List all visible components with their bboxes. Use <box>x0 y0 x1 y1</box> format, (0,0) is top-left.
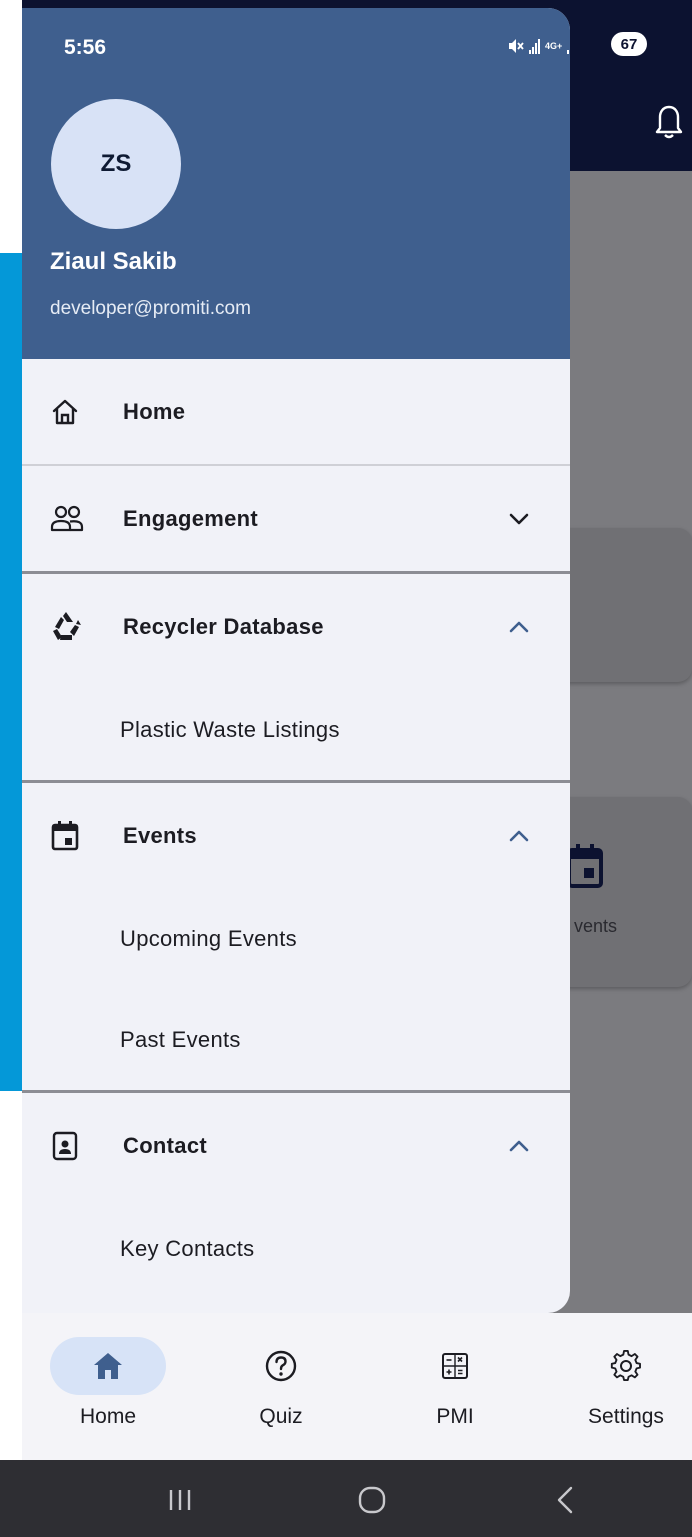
status-icons: 4G+ <box>508 34 570 58</box>
nav-pmi[interactable]: PMI <box>397 1313 513 1460</box>
battery-badge: 67 <box>611 32 647 56</box>
nav-icon-container <box>397 1337 513 1395</box>
contact-card-icon <box>52 1131 78 1160</box>
home-filled-icon <box>94 1353 122 1379</box>
chevron-up-icon[interactable] <box>508 1139 530 1153</box>
drawer-header: 5:56 4G+ ZS Ziaul Sakib developer@promit… <box>22 8 570 359</box>
people-icon <box>50 505 84 531</box>
menu-item-events[interactable]: Events <box>22 783 570 888</box>
left-edge-accent <box>0 253 22 1091</box>
calendar-icon <box>51 820 79 850</box>
chevron-up-icon[interactable] <box>508 620 530 634</box>
menu-item-home[interactable]: Home <box>22 359 570 464</box>
signal-icon <box>529 38 540 54</box>
recycle-icon <box>53 611 81 640</box>
menu-item-label: Engagement <box>123 505 259 531</box>
recent-apps-icon[interactable] <box>160 1480 200 1520</box>
home-button-icon[interactable] <box>352 1480 392 1520</box>
bell-icon <box>655 105 683 139</box>
submenu-item-label: Key Contacts <box>120 1235 255 1261</box>
menu-item-label: Home <box>123 398 186 424</box>
menu-item-label: Contact <box>123 1132 207 1158</box>
nav-label: Settings <box>588 1405 664 1428</box>
question-circle-icon <box>265 1350 297 1382</box>
nav-label: PMI <box>436 1405 474 1428</box>
nav-home[interactable]: Home <box>50 1313 166 1460</box>
menu-item-label: Events <box>123 822 197 848</box>
nav-settings[interactable]: Settings <box>568 1313 684 1460</box>
system-navigation-bar <box>0 1460 692 1537</box>
user-name: Ziaul Sakib <box>50 248 177 275</box>
bottom-navigation: Home Quiz PMI Settings <box>22 1313 692 1460</box>
menu-item-engagement[interactable]: Engagement <box>22 466 570 571</box>
submenu-item-label: Upcoming Events <box>120 925 297 951</box>
nav-label: Quiz <box>259 1405 303 1428</box>
home-icon <box>52 399 78 424</box>
menu-item-recycler-database[interactable]: Recycler Database <box>22 574 570 679</box>
chevron-down-icon[interactable] <box>508 512 530 526</box>
submenu-item-label: Plastic Waste Listings <box>120 716 340 742</box>
back-icon[interactable] <box>545 1480 585 1520</box>
nav-label: Home <box>79 1405 137 1428</box>
menu-item-label: Recycler Database <box>123 613 324 639</box>
background-card-label: vents <box>574 916 618 936</box>
network-type: 4G+ <box>545 40 563 51</box>
submenu-item-past-events[interactable]: Past Events <box>22 989 570 1090</box>
nav-icon-container <box>568 1337 684 1395</box>
calendar-icon <box>567 844 603 888</box>
nav-active-indicator <box>50 1337 166 1395</box>
submenu-item-plastic-waste-listings[interactable]: Plastic Waste Listings <box>22 679 570 780</box>
menu-item-contact[interactable]: Contact <box>22 1093 570 1198</box>
avatar[interactable]: ZS <box>51 99 181 229</box>
signal-icon <box>567 38 570 54</box>
status-time: 5:56 <box>64 36 107 59</box>
drawer-menu: Home Engagement Recycler Database Plasti… <box>22 359 570 1299</box>
mute-icon <box>509 39 524 53</box>
submenu-item-upcoming-events[interactable]: Upcoming Events <box>22 888 570 989</box>
submenu-item-label: Past Events <box>120 1026 241 1052</box>
submenu-item-key-contacts[interactable]: Key Contacts <box>22 1198 570 1299</box>
nav-icon-container <box>223 1337 339 1395</box>
chevron-up-icon[interactable] <box>508 829 530 843</box>
nav-quiz[interactable]: Quiz <box>223 1313 339 1460</box>
user-email: developer@promiti.com <box>50 298 251 319</box>
gear-icon <box>610 1349 641 1381</box>
calculator-icon <box>442 1353 468 1379</box>
navigation-drawer: 5:56 4G+ ZS Ziaul Sakib developer@promit… <box>22 8 570 1313</box>
